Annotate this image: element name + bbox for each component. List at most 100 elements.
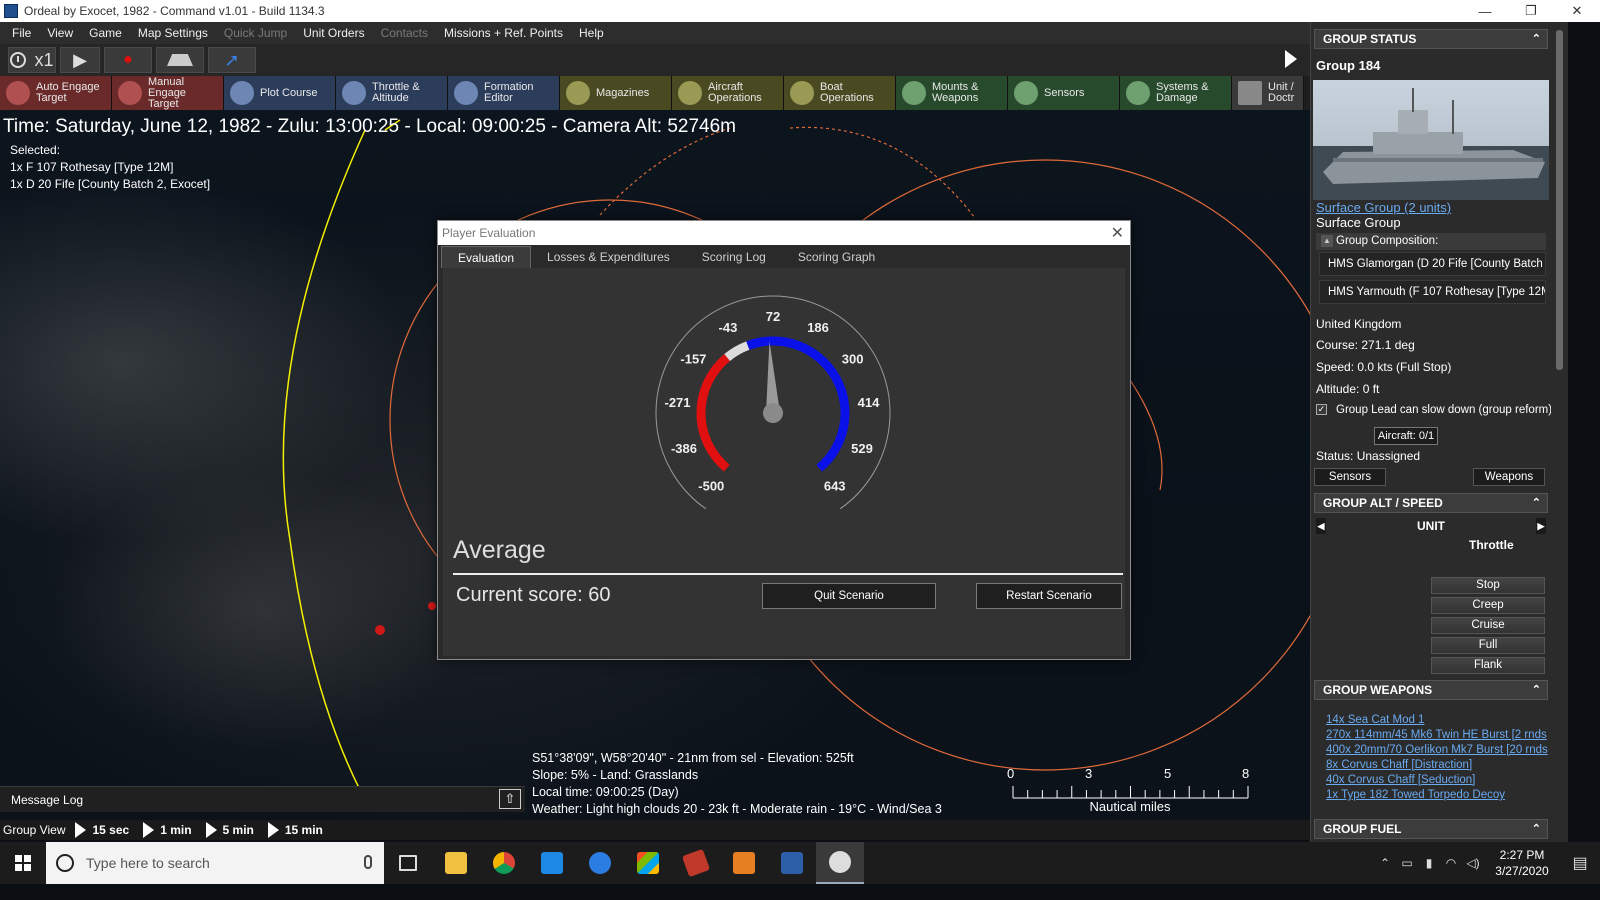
- weapon-link[interactable]: 8x Corvus Chaff [Distraction]: [1326, 759, 1472, 771]
- weapons-button[interactable]: Weapons: [1473, 468, 1545, 486]
- weapon-link[interactable]: 14x Sea Cat Mod 1: [1326, 714, 1424, 726]
- group-view-option[interactable]: 15 sec: [92, 823, 129, 837]
- group-view-option[interactable]: 15 min: [285, 823, 323, 837]
- view-toggle-button[interactable]: [156, 47, 204, 73]
- group-view-option[interactable]: 5 min: [223, 823, 254, 837]
- command-launcher-button[interactable]: [768, 842, 816, 884]
- chevron-left-icon[interactable]: ◀: [1316, 518, 1326, 534]
- battery-icon[interactable]: ▮: [1418, 856, 1440, 870]
- play-icon[interactable]: [143, 822, 155, 838]
- microphone-icon[interactable]: [364, 855, 372, 869]
- toolbar-plot-course-button[interactable]: Plot Course: [224, 76, 336, 110]
- restore-button[interactable]: ❐: [1508, 0, 1554, 22]
- store-button[interactable]: [624, 842, 672, 884]
- command-game-button[interactable]: [816, 842, 864, 884]
- toolbar-manual-engage-target-button[interactable]: Manual Engage Target: [112, 76, 224, 110]
- tab-losses-expenditures[interactable]: Losses & Expenditures: [531, 246, 686, 268]
- menu-missions-ref-points[interactable]: Missions + Ref. Points: [436, 26, 571, 40]
- chrome-button[interactable]: [480, 842, 528, 884]
- close-window-button[interactable]: ✕: [1554, 0, 1600, 22]
- aircraft-button[interactable]: Aircraft: 0/1: [1374, 427, 1438, 445]
- tab-evaluation[interactable]: Evaluation: [441, 246, 532, 268]
- chevron-up-icon[interactable]: ⌃: [1374, 856, 1396, 870]
- message-log[interactable]: Message Log ⇧: [0, 786, 525, 812]
- play-icon[interactable]: [75, 822, 87, 838]
- sensors-button[interactable]: Sensors: [1314, 468, 1386, 486]
- close-icon[interactable]: ✕: [1111, 223, 1124, 243]
- tab-scoring-graph[interactable]: Scoring Graph: [782, 246, 891, 268]
- panel-toggle-button[interactable]: [1278, 44, 1304, 74]
- composition-item[interactable]: HMS Glamorgan (D 20 Fife [County Batch 2…: [1319, 252, 1546, 276]
- menu-unit-orders[interactable]: Unit Orders: [295, 26, 372, 40]
- weapon-link[interactable]: 400x 20mm/70 Oerlikon Mk7 Burst [20 rnds: [1326, 744, 1548, 756]
- app-button[interactable]: [672, 842, 720, 884]
- toolbar-formation-editor-button[interactable]: Formation Editor: [448, 76, 560, 110]
- group-view-option[interactable]: 1 min: [160, 823, 191, 837]
- toolbar-magazines-button[interactable]: Magazines: [560, 76, 672, 110]
- scrollbar-thumb[interactable]: [1556, 30, 1563, 370]
- menu-contacts[interactable]: Contacts: [373, 26, 436, 40]
- group-weapons-header[interactable]: GROUP WEAPONS ⌃: [1314, 680, 1548, 700]
- taskbar-clock[interactable]: 2:27 PM 3/27/2020: [1484, 847, 1560, 879]
- popout-icon[interactable]: ⇧: [499, 789, 521, 809]
- group-alt-speed-header[interactable]: GROUP ALT / SPEED ⌃: [1314, 493, 1548, 513]
- toolbar-unit-doctr-button[interactable]: Unit / Doctr: [1232, 76, 1304, 110]
- menu-view[interactable]: View: [39, 26, 81, 40]
- throttle-stop-button[interactable]: Stop: [1431, 577, 1545, 594]
- volume-icon[interactable]: ◁): [1462, 856, 1484, 870]
- menu-file[interactable]: File: [4, 26, 39, 40]
- throttle-creep-button[interactable]: Creep: [1431, 597, 1545, 614]
- toolbar-sensors-button[interactable]: Sensors: [1008, 76, 1120, 110]
- file-explorer-button[interactable]: [432, 842, 480, 884]
- throttle-flank-button[interactable]: Flank: [1431, 657, 1545, 674]
- menu-quick-jump[interactable]: Quick Jump: [216, 26, 295, 40]
- toolbar-systems-damage-button[interactable]: Systems & Damage: [1120, 76, 1232, 110]
- group-lead-checkbox[interactable]: ✓: [1316, 404, 1327, 415]
- task-view-button[interactable]: [384, 842, 432, 884]
- notification-icon[interactable]: ▤: [1560, 842, 1600, 884]
- edge-button[interactable]: [576, 842, 624, 884]
- restart-scenario-button[interactable]: Restart Scenario: [976, 583, 1122, 609]
- group-status-header[interactable]: GROUP STATUS ⌃: [1314, 29, 1548, 49]
- toolbar-throttle-altitude-button[interactable]: Throttle & Altitude: [336, 76, 448, 110]
- play-icon[interactable]: [267, 822, 279, 838]
- wifi-icon[interactable]: ◠: [1440, 856, 1462, 870]
- toolbar-aircraft-operations-button[interactable]: Aircraft Operations: [672, 76, 784, 110]
- menu-game[interactable]: Game: [81, 26, 130, 40]
- record-button[interactable]: ●: [104, 47, 152, 73]
- taskbar-search[interactable]: Type here to search: [46, 842, 384, 884]
- play-button[interactable]: ▶: [60, 47, 100, 73]
- jump-button[interactable]: ➚: [208, 47, 256, 73]
- minimize-button[interactable]: —: [1462, 0, 1508, 22]
- composition-item[interactable]: HMS Yarmouth (F 107 Rothesay [Type 12M]): [1319, 280, 1546, 304]
- start-button[interactable]: [0, 842, 46, 884]
- weapon-link[interactable]: 40x Corvus Chaff [Seduction]: [1326, 774, 1475, 786]
- toolbar-auto-engage-target-button[interactable]: Auto Engage Target: [0, 76, 112, 110]
- collapse-icon[interactable]: ⌃: [1532, 32, 1541, 45]
- time-compression-button[interactable]: x1: [8, 47, 56, 73]
- toolbar-mounts-weapons-button[interactable]: Mounts & Weapons: [896, 76, 1008, 110]
- quit-scenario-button[interactable]: Quit Scenario: [762, 583, 936, 609]
- menu-help[interactable]: Help: [571, 26, 612, 40]
- collapse-icon[interactable]: ⌃: [1532, 683, 1541, 696]
- group-fuel-header[interactable]: GROUP FUEL ⌃: [1314, 819, 1548, 839]
- weapon-link[interactable]: 270x 114mm/45 Mk6 Twin HE Burst [2 rnds: [1326, 729, 1547, 741]
- network-drive-icon[interactable]: ▭: [1396, 856, 1418, 870]
- throttle-full-button[interactable]: Full: [1431, 637, 1545, 654]
- group-composition-header[interactable]: Group Composition:: [1316, 233, 1546, 250]
- group-link[interactable]: Surface Group (2 units): [1316, 200, 1451, 215]
- throttle-cruise-button[interactable]: Cruise: [1431, 617, 1545, 634]
- mail-button[interactable]: [528, 842, 576, 884]
- chevron-right-icon[interactable]: ▶: [1536, 518, 1546, 534]
- toolbar-boat-operations-button[interactable]: Boat Operations: [784, 76, 896, 110]
- right-panel-scrollbar[interactable]: [1551, 22, 1568, 842]
- unit-marker[interactable]: [428, 602, 436, 610]
- menu-map-settings[interactable]: Map Settings: [130, 26, 216, 40]
- weapon-link[interactable]: 1x Type 182 Towed Torpedo Decoy: [1326, 789, 1505, 801]
- collapse-icon[interactable]: ⌃: [1532, 496, 1541, 509]
- media-button[interactable]: [720, 842, 768, 884]
- collapse-icon[interactable]: ⌃: [1532, 822, 1541, 835]
- play-icon[interactable]: [205, 822, 217, 838]
- tab-scoring-log[interactable]: Scoring Log: [686, 246, 782, 268]
- unit-marker[interactable]: [375, 625, 385, 635]
